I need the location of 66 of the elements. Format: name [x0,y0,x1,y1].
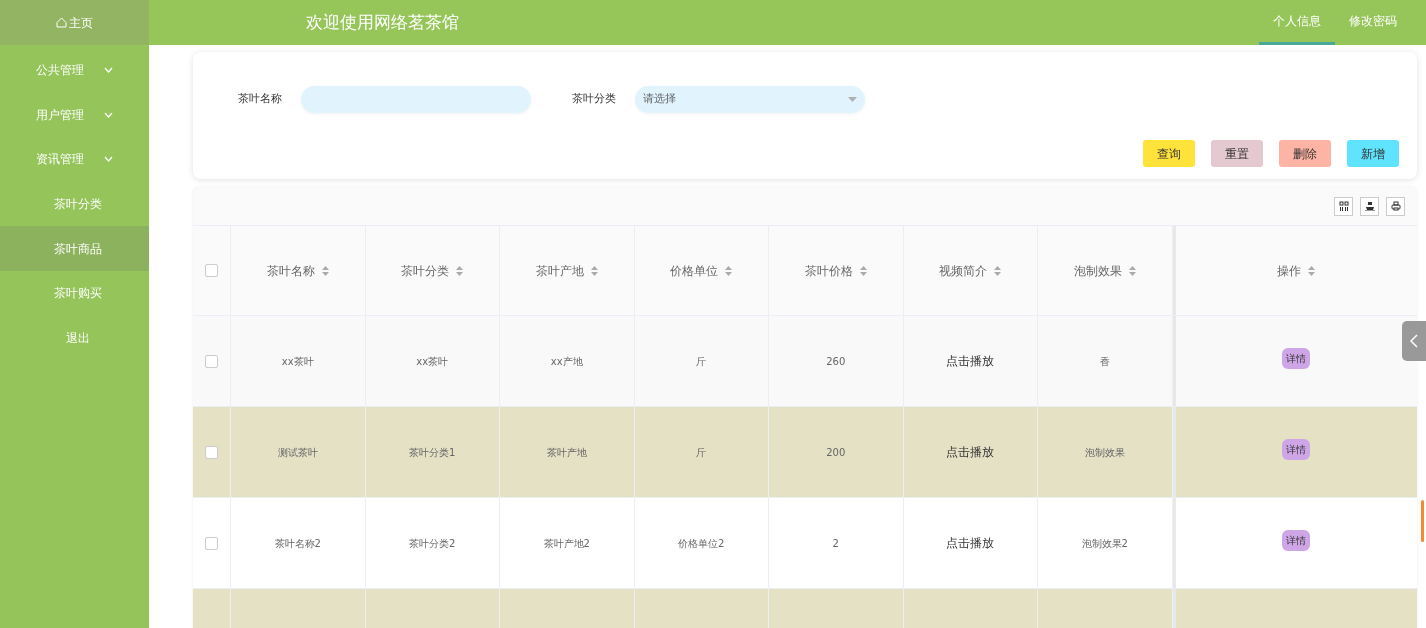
sort-icon [725,265,733,276]
table-cell-text: 测试茶叶 [277,445,318,460]
table-cell-text: 200 [826,445,846,460]
details-button[interactable]: 详情 [1282,438,1311,460]
table-cell-text: 斤 [696,354,707,369]
columns-icon [1338,201,1349,211]
checkbox[interactable] [205,445,218,459]
table-cell-text: 茶叶名称2 [274,536,321,551]
dropdown-caret-icon [848,97,857,102]
table-cell-text: 香 [1099,354,1110,369]
table-cell-text: 价格单位2 [678,536,725,551]
column-header: 茶叶价格 [804,262,853,280]
field-label: 茶叶名称 [237,91,283,108]
field-label: 茶叶分类 [571,91,617,108]
checkbox[interactable] [205,264,218,277]
table-cell-text: 茶叶分类2 [409,536,456,551]
sort-icon [994,265,1002,276]
sort-icon [1308,265,1316,276]
chevron-down-icon [104,111,113,118]
table-cell-text: xx茶叶 [281,354,314,369]
home-icon [56,17,67,28]
details-button[interactable]: 详情 [1282,347,1311,369]
table-cell-text: xx茶叶 [416,354,449,369]
table-cell-text: xx产地 [550,354,583,369]
play-link[interactable]: 点击播放 [946,352,995,370]
column-header: 泡制效果 [1073,262,1122,280]
text-field[interactable] [301,86,531,113]
checkbox[interactable] [205,354,218,368]
chevron-down-icon [104,156,113,163]
table-cell-text: 泡制效果 [1084,445,1125,460]
print-icon [1390,201,1401,211]
collapse-handle[interactable] [1402,321,1426,361]
action-button[interactable]: 查询 [1143,140,1195,167]
column-header: 操作 [1277,262,1302,280]
play-link[interactable]: 点击播放 [946,534,995,552]
action-button[interactable]: 重置 [1211,140,1263,167]
chevron-down-icon [104,67,113,74]
print-button[interactable] [1386,196,1405,216]
column-header: 茶叶分类 [401,262,450,280]
sort-icon [456,265,464,276]
play-link[interactable]: 点击播放 [946,443,995,461]
scrollbar-thumb[interactable] [1421,500,1424,542]
export-button[interactable] [1360,196,1379,216]
action-button[interactable]: 删除 [1279,140,1331,167]
sort-icon [1128,265,1136,276]
table-cell-text: 260 [826,354,846,369]
action-button[interactable]: 新增 [1347,140,1399,167]
details-button[interactable]: 详情 [1282,529,1311,551]
table-cell-text: 2 [832,536,839,551]
table-cell-text: 斤 [696,445,707,460]
app-title: 欢迎使用网络茗茶馆 [306,10,460,34]
column-header: 视频简介 [939,262,988,280]
sort-icon [859,265,867,276]
table-cell-text: 茶叶产地2 [543,536,590,551]
table-cell-text: 泡制效果2 [1081,536,1128,551]
select-field[interactable]: 请选择 [635,86,865,113]
table-cell-text: 茶叶产地 [546,445,587,460]
column-header: 茶叶产地 [535,262,584,280]
sort-icon [321,265,329,276]
table-cell-text: 茶叶分类1 [409,445,456,460]
columns-button[interactable] [1334,196,1353,216]
checkbox[interactable] [205,536,218,550]
column-header: 茶叶名称 [266,262,315,280]
column-header: 价格单位 [670,262,719,280]
export-icon [1364,201,1375,211]
sort-icon [590,265,598,276]
